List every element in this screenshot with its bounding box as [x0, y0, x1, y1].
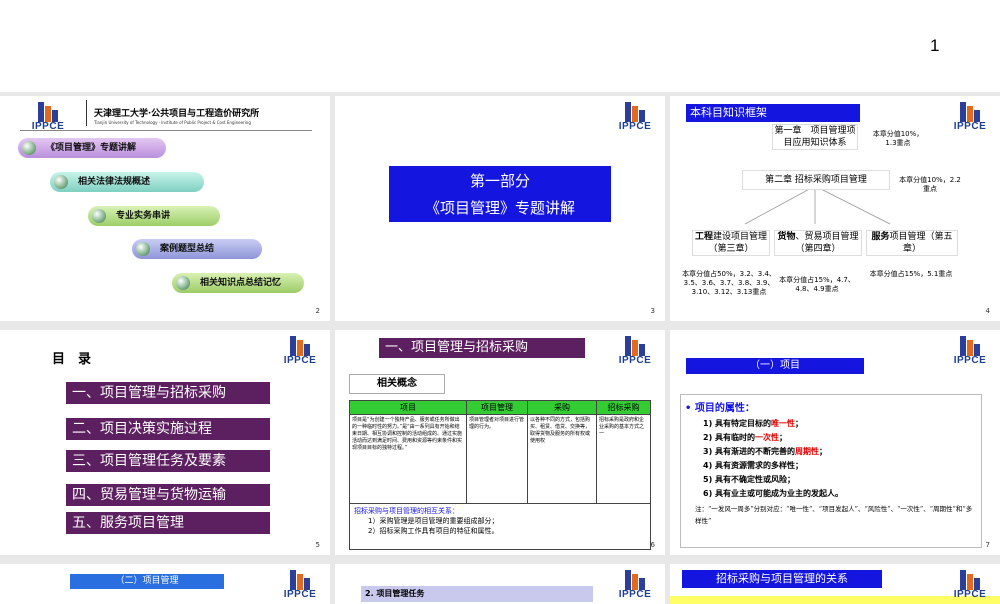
toc-item-2[interactable]: 二、项目决策实施过程: [66, 418, 270, 440]
page-number: 1: [930, 36, 940, 55]
slide-number: 4: [985, 307, 990, 315]
ippce-logo: IPPCE: [946, 570, 994, 600]
attributes-panel: • 项目的属性： 1) 具有特定目标的唯一性； 2) 具有临时的一次性； 3) 具有…: [680, 394, 982, 548]
ippce-logo: IPPCE: [946, 336, 994, 366]
chapter-5-box: 服务项目管理（第五章）: [866, 230, 958, 256]
chapter-1-score: 本章分值10%，1.3重点: [872, 130, 924, 147]
toc-item-5[interactable]: 五、服务项目管理: [66, 512, 270, 534]
slide-number: 3: [650, 307, 655, 315]
university-subtitle: Tianjin University of Technology · Insti…: [94, 120, 251, 125]
slide-number: 6: [650, 541, 655, 549]
outline-item-3[interactable]: 专业实务串讲: [88, 206, 220, 226]
slide-number: 7: [985, 541, 990, 549]
chapter-3-score: 本章分值占50%，3.2、3.4、3.5、3.6、3.7、3.8、3.9、3.1…: [682, 270, 776, 296]
toc-heading: 目 录: [52, 352, 92, 367]
attribute-item: 4) 具有资源需求的多样性；: [703, 461, 804, 470]
ippce-logo: IPPCE: [276, 336, 324, 366]
slide-thumbnail-10[interactable]: 招标采购与项目管理的关系 IPPCE: [670, 564, 1000, 604]
slide-thumbnail-4[interactable]: 本科目知识框架 IPPCE 第一章 项目管理项目应用知识体系 本章分值10%，1…: [670, 96, 1000, 321]
ippce-logo: IPPCE: [276, 570, 324, 600]
chapter-3-box: 工程建设项目管理（第三章）: [692, 230, 770, 256]
top-margin: 1: [0, 0, 1000, 92]
attribute-item: 2) 具有临时的一次性；: [703, 433, 788, 442]
toc-item-1[interactable]: 一、项目管理与招标采购: [66, 382, 270, 404]
concept-label: 相关概念: [349, 374, 445, 394]
outline-item-5[interactable]: 相关知识点总结记忆: [172, 273, 304, 293]
slide-thumbnail-8[interactable]: （二）项目管理 IPPCE: [0, 564, 330, 604]
outline-item-2[interactable]: 相关法律法规概述: [50, 172, 204, 192]
university-name: 天津理工大学·公共项目与工程造价研究所: [94, 109, 260, 119]
chapter-4-box: 货物、贸易项目管理（第四章）: [774, 230, 862, 256]
attribute-item: 3) 具有渐进的不断完善的周期性；: [703, 447, 828, 456]
ippce-logo: IPPCE: [611, 570, 659, 600]
attribute-item: 6) 具有业主或可能成为业主的发起人。: [703, 489, 844, 498]
part-title-box: 第一部分 《项目管理》专题讲解: [389, 166, 611, 222]
outline-item-4[interactable]: 案例题型总结: [132, 239, 262, 259]
slide-number: 5: [315, 541, 320, 549]
chapter-2-box: 第二章 招标采购项目管理: [742, 170, 890, 190]
chapter-2-score: 本章分值10%，2.2重点: [899, 176, 961, 193]
slide-thumbnail-9[interactable]: 2. 项目管理任务 IPPCE: [335, 564, 665, 604]
slide-title: 一、项目管理与招标采购: [379, 338, 585, 358]
outline-item-1[interactable]: 《项目管理》专题讲解: [18, 138, 166, 158]
chapter-5-score: 本章分值占15%，5.1重点: [869, 270, 953, 278]
toc-item-4[interactable]: 四、贸易管理与货物运输: [66, 484, 270, 506]
concept-table: 项目 项目管理 采购 招标采购 项目是“为创建一个独特产品、服务或任务所做出的一…: [349, 400, 651, 550]
slide-title: （一）项目: [686, 358, 864, 374]
slide-thumbnail-2[interactable]: IPPCE 天津理工大学·公共项目与工程造价研究所 Tianjin Univer…: [0, 96, 330, 321]
slide-number: 2: [315, 307, 320, 315]
slide-title: （二）项目管理: [70, 574, 224, 589]
attribute-item: 1) 具有特定目标的唯一性；: [703, 419, 804, 428]
slide-thumbnail-3[interactable]: IPPCE 第一部分 《项目管理》专题讲解 3: [335, 96, 665, 321]
slide-thumbnail-5[interactable]: 目 录 IPPCE 一、项目管理与招标采购 二、项目决策实施过程 三、项目管理任…: [0, 330, 330, 555]
toc-item-3[interactable]: 三、项目管理任务及要素: [66, 450, 270, 472]
slide-title: 招标采购与项目管理的关系: [682, 570, 882, 588]
chapter-1-box: 第一章 项目管理项目应用知识体系: [772, 124, 858, 150]
ippce-logo: IPPCE: [611, 336, 659, 366]
chapter-4-score: 本章分值占15%，4.7、4.8、4.9重点: [779, 276, 855, 293]
slide-thumbnail-6[interactable]: 一、项目管理与招标采购 IPPCE 相关概念 项目 项目管理 采购 招标采购 项…: [335, 330, 665, 555]
ippce-logo: IPPCE: [24, 102, 72, 132]
slide-thumbnail-7[interactable]: （一）项目 IPPCE • 项目的属性： 1) 具有特定目标的唯一性； 2) 具有…: [670, 330, 1000, 555]
ippce-logo: IPPCE: [611, 102, 659, 132]
attribute-item: 5) 具有不确定性或风险；: [703, 475, 796, 484]
